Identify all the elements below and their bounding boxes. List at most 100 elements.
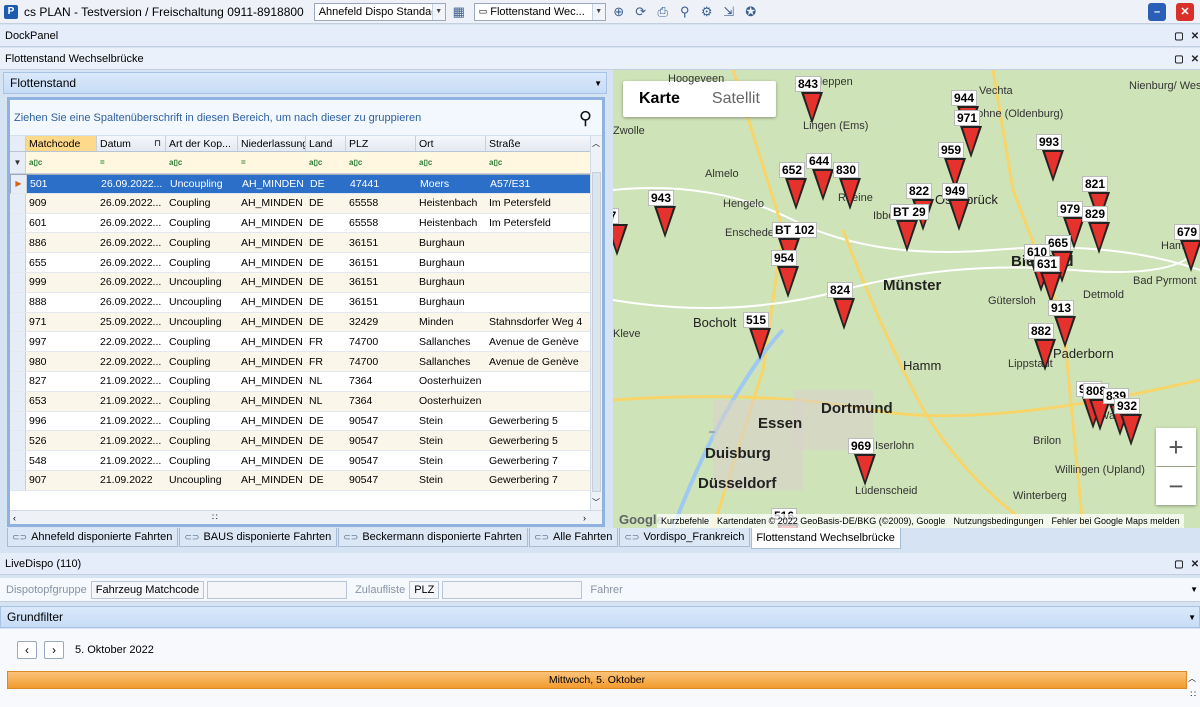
filter-operator[interactable]: = xyxy=(241,158,246,167)
dispo-select[interactable]: Ahnefeld Dispo Standad ▼ xyxy=(313,2,446,21)
column-header[interactable]: Ort xyxy=(416,136,486,151)
close-icon[interactable]: ✕ xyxy=(1189,53,1200,65)
row-indicator[interactable]: ▶ xyxy=(11,175,27,193)
group-panel[interactable]: Ziehen Sie eine Spaltenüberschrift in di… xyxy=(10,100,602,136)
attribution-item[interactable]: Kartendaten © 2022 GeoBasis-DE/BKG (©200… xyxy=(717,516,945,526)
view-select[interactable]: ▭ Flottenstand Wec... ▼ xyxy=(473,2,606,21)
table-row[interactable]: 886 26.09.2022... Coupling AH_MINDEN DE 36151… xyxy=(10,233,602,254)
tab-item[interactable]: ⊂⊃ BAUS disponierte Fahrten xyxy=(179,528,338,547)
column-header[interactable]: Matchcode xyxy=(26,136,97,151)
column-header[interactable]: Straße xyxy=(486,136,591,151)
close-icon[interactable]: ✕ xyxy=(1189,30,1200,42)
flottenstand-header[interactable]: Flottenstand ▼ xyxy=(3,72,607,94)
filter-cell[interactable]: a▯c xyxy=(486,152,591,173)
table-row[interactable]: 827 21.09.2022... Coupling AH_MINDEN NL 7364 O… xyxy=(10,371,602,392)
pin-icon[interactable]: ⊓ xyxy=(154,138,161,149)
print-icon[interactable]: ⎙ xyxy=(654,3,672,21)
column-header[interactable]: PLZ xyxy=(346,136,416,151)
column-header[interactable]: Datum ⊓ xyxy=(97,136,166,151)
table-row[interactable]: 526 21.09.2022... Coupling AH_MINDEN DE 90547… xyxy=(10,431,602,452)
column-header[interactable]: Art der Kop... xyxy=(166,136,238,151)
zoom-out-button[interactable]: − xyxy=(1156,467,1196,505)
filter-icon[interactable]: ▼ xyxy=(10,152,26,173)
tab-item[interactable]: ⊂⊃ Ahnefeld disponierte Fahrten xyxy=(7,528,179,547)
table-row[interactable]: 997 22.09.2022... Coupling AH_MINDEN FR 74700… xyxy=(10,332,602,353)
tab-item[interactable]: ⊂⊃ Vordispo_Frankreich xyxy=(619,528,751,547)
table-row[interactable]: 655 26.09.2022... Coupling AH_MINDEN DE 36151… xyxy=(10,253,602,273)
map-type-karte[interactable]: Karte xyxy=(623,81,696,117)
filter-operator[interactable]: a▯c xyxy=(489,158,502,167)
filter-cell[interactable]: a▯c xyxy=(346,152,416,173)
filter-operator[interactable]: a▯c xyxy=(419,158,432,167)
filter-cell[interactable]: a▯c xyxy=(416,152,486,173)
maximize-icon[interactable]: ▢ xyxy=(1173,30,1185,42)
collapse-icon[interactable]: ▼ xyxy=(1190,585,1198,594)
table-row[interactable]: 888 26.09.2022... Uncoupling AH_MINDEN DE 361… xyxy=(10,292,602,313)
tab-item[interactable]: Flottenstand Wechselbrücke xyxy=(751,528,901,549)
row-indicator[interactable] xyxy=(10,391,26,411)
next-day-button[interactable]: › xyxy=(44,641,64,659)
grundfilter-header[interactable]: Grundfilter ▼ xyxy=(0,606,1200,628)
scroll-right-icon[interactable]: › xyxy=(583,513,586,523)
scrollbar-thumb[interactable] xyxy=(592,172,601,492)
minimize-icon[interactable]: – xyxy=(1148,2,1166,21)
close-icon[interactable]: ✕ xyxy=(1176,2,1194,21)
day-header[interactable]: Mittwoch, 5. Oktober xyxy=(7,671,1187,689)
scroll-left-icon[interactable]: ‹ xyxy=(13,513,16,523)
zoom-in-button[interactable]: + xyxy=(1156,428,1196,466)
settings-icon[interactable]: ⚙ xyxy=(698,3,716,21)
filter-operator[interactable]: a▯c xyxy=(349,158,362,167)
fahrzeug-matchcode-input[interactable] xyxy=(207,580,348,599)
tab-item[interactable]: ⊂⊃ Alle Fahrten xyxy=(528,528,619,547)
row-indicator[interactable] xyxy=(10,371,26,391)
scroll-down-icon[interactable]: ﹀ xyxy=(592,497,600,508)
attribution-item[interactable]: Kurzbefehle xyxy=(661,516,709,526)
table-row[interactable]: 601 26.09.2022... Coupling AH_MINDEN DE 65558… xyxy=(10,213,602,234)
filter-cell[interactable]: a▯c xyxy=(166,152,238,173)
filter-cell[interactable]: a▯c xyxy=(26,152,97,173)
filter-cell[interactable]: a▯c xyxy=(306,152,346,173)
scroll-up-icon[interactable]: ︿ xyxy=(592,138,600,149)
row-indicator[interactable] xyxy=(10,312,26,332)
collapse-icon[interactable]: ▼ xyxy=(594,79,602,88)
row-indicator[interactable] xyxy=(10,470,26,490)
column-header[interactable]: Land xyxy=(306,136,346,151)
table-row[interactable]: 996 21.09.2022... Coupling AH_MINDEN DE 90547… xyxy=(10,411,602,432)
add-view-icon[interactable]: ⊕ xyxy=(610,3,628,21)
map-pin[interactable]: 501 xyxy=(709,431,715,433)
filter-operator[interactable]: a▯c xyxy=(309,158,322,167)
row-indicator[interactable] xyxy=(10,431,26,451)
maximize-icon[interactable]: ▢ xyxy=(1173,53,1185,65)
table-row[interactable]: 653 21.09.2022... Coupling AH_MINDEN NL 7364 O… xyxy=(10,391,602,412)
row-indicator[interactable] xyxy=(10,292,26,312)
table-row[interactable]: 971 25.09.2022... Uncoupling AH_MINDEN DE 324… xyxy=(10,312,602,333)
grip-icon[interactable]: ∷ xyxy=(212,512,218,523)
row-indicator[interactable] xyxy=(10,253,26,272)
attribution-item[interactable]: Nutzungsbedingungen xyxy=(953,516,1043,526)
row-indicator[interactable] xyxy=(10,352,26,371)
previous-day-button[interactable]: ‹ xyxy=(17,641,37,659)
horizontal-scrollbar[interactable]: ‹ ∷ › xyxy=(10,510,602,524)
vertical-scrollbar[interactable]: ︿ ﹀ xyxy=(590,136,602,510)
row-indicator[interactable] xyxy=(10,213,26,233)
help-icon[interactable]: ✪ xyxy=(742,3,760,21)
tab-item[interactable]: ⊂⊃ Beckermann disponierte Fahrten xyxy=(338,528,528,547)
table-row[interactable]: 909 26.09.2022... Coupling AH_MINDEN DE 65558… xyxy=(10,193,602,214)
export-icon[interactable]: ⇲ xyxy=(720,3,738,21)
grip-icon[interactable]: ∷ xyxy=(1190,689,1196,700)
filter-icon[interactable]: ⚲ xyxy=(676,3,694,21)
filter-operator[interactable]: a▯c xyxy=(169,158,182,167)
plz-input[interactable] xyxy=(442,580,583,599)
filter-cell[interactable]: = xyxy=(238,152,306,173)
table-row[interactable]: 548 21.09.2022... Coupling AH_MINDEN DE 90547… xyxy=(10,451,602,471)
row-indicator[interactable] xyxy=(10,272,26,292)
maximize-icon[interactable]: ▢ xyxy=(1173,558,1185,570)
scroll-up-icon[interactable]: ︿ xyxy=(1188,673,1196,684)
row-indicator[interactable] xyxy=(10,411,26,431)
table-row[interactable]: 907 21.09.2022 Uncoupling AH_MINDEN DE 90547 S… xyxy=(10,470,602,491)
filter-operator[interactable]: = xyxy=(100,158,105,167)
filter-operator[interactable]: a▯c xyxy=(29,158,42,167)
attribution-item[interactable]: Fehler bei Google Maps melden xyxy=(1052,516,1180,526)
map-type-satellit[interactable]: Satellit xyxy=(696,81,776,117)
close-icon[interactable]: ✕ xyxy=(1189,558,1200,570)
